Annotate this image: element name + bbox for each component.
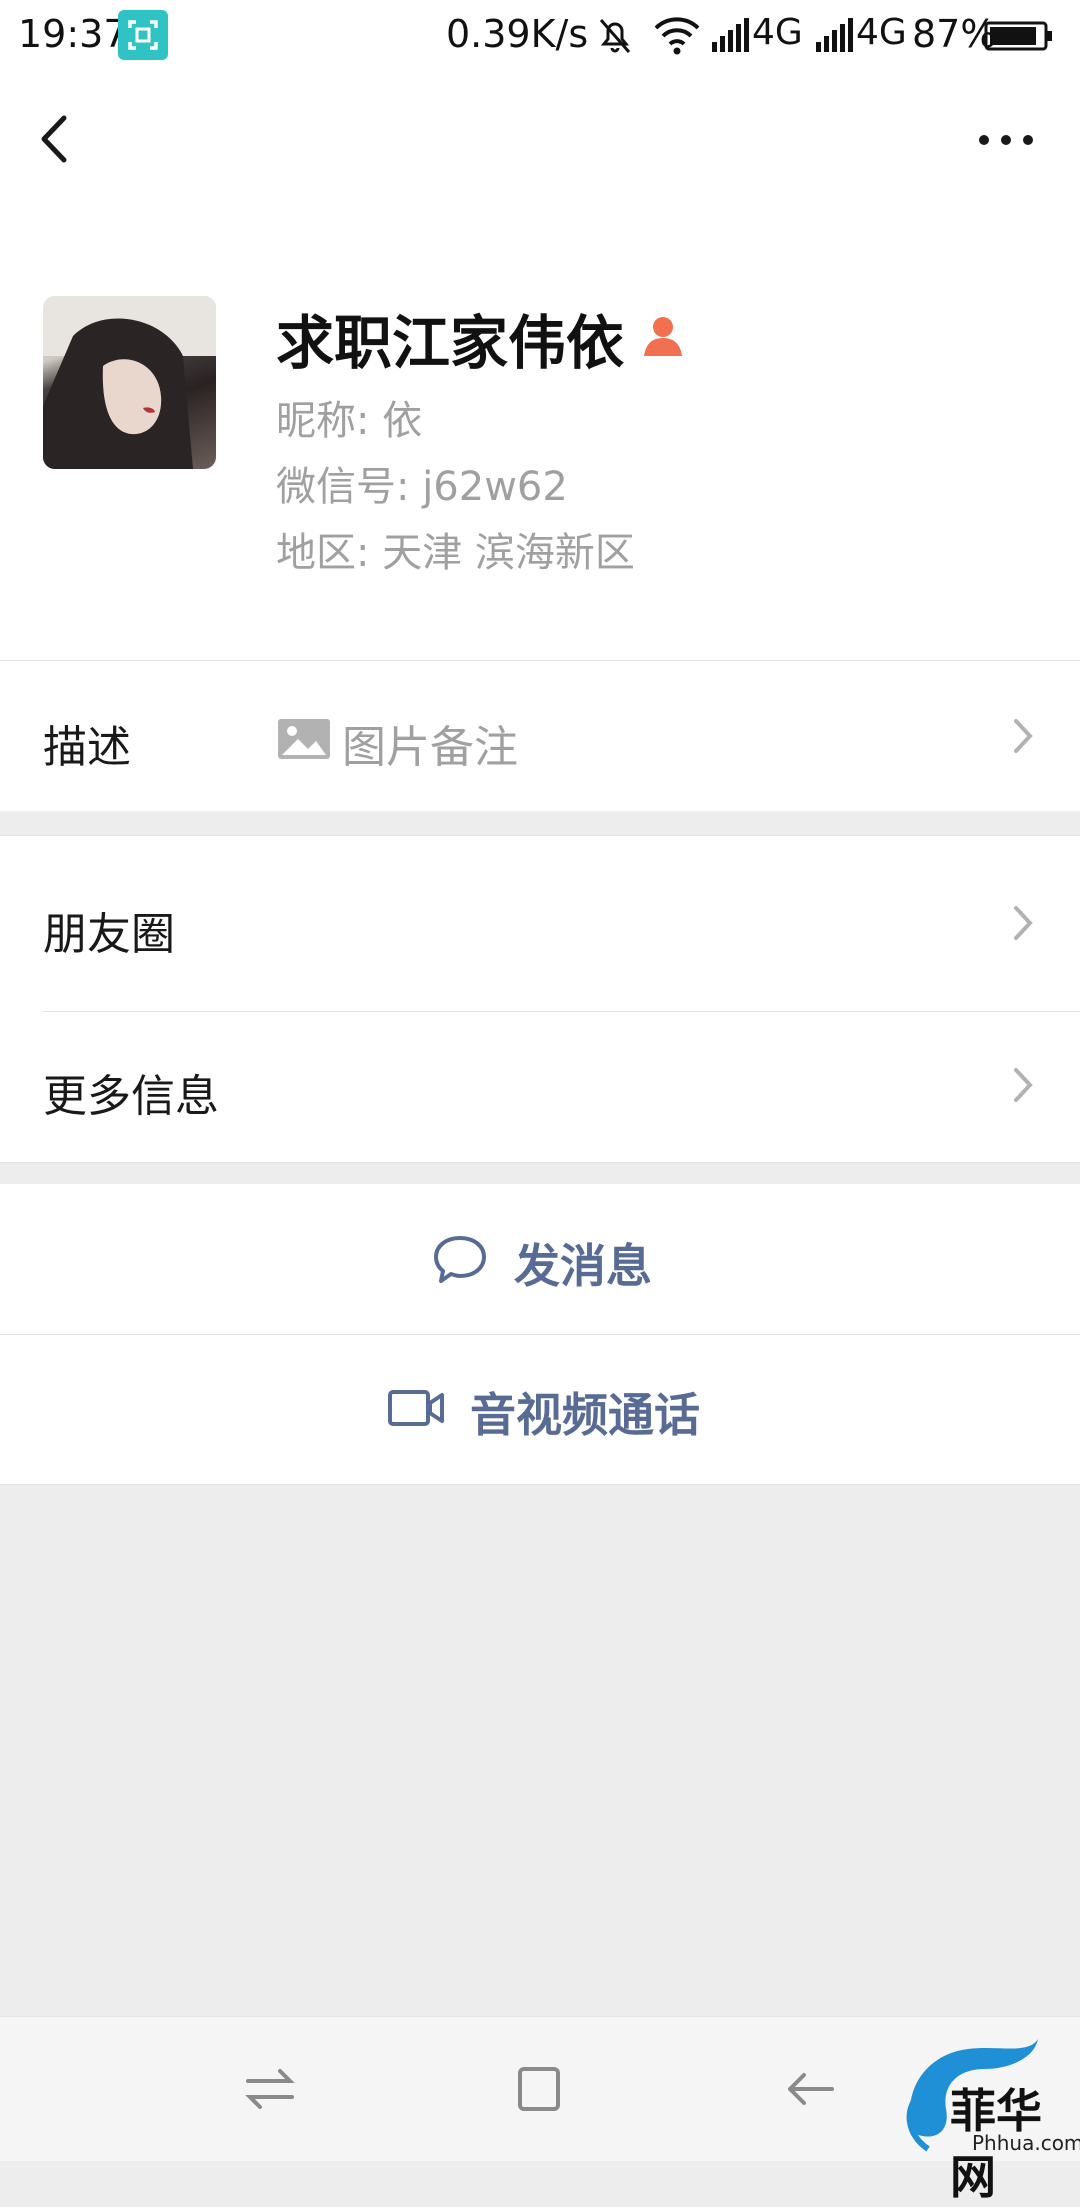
moments-info-group: 朋友圈 更多信息	[0, 835, 1080, 1163]
description-row[interactable]: 描述 图片备注	[0, 661, 1080, 811]
more-info-label: 更多信息	[43, 1071, 219, 1122]
network-type-2: 4G	[856, 12, 907, 53]
avatar[interactable]	[43, 296, 216, 469]
wechat-id: 微信号: j62w62	[276, 464, 568, 510]
send-message-button[interactable]: 发消息	[0, 1184, 1080, 1334]
home-button[interactable]	[512, 2059, 568, 2123]
display-name: 求职江家伟依	[276, 296, 624, 380]
chevron-left-icon	[41, 115, 67, 163]
description-value: 图片备注	[342, 722, 518, 773]
top-nav-bar	[0, 72, 1080, 204]
more-info-row[interactable]: 更多信息	[0, 1012, 1080, 1162]
display-name-text: 求职江家伟依	[276, 309, 625, 377]
video-camera-icon	[386, 1383, 448, 1437]
avatar-photo	[43, 296, 216, 469]
image-icon	[276, 717, 332, 765]
watermark-logo: 菲华网 Phhua.com	[888, 2025, 1080, 2204]
status-bar: 19:37 0.39K/s 4G 4G 87%	[0, 0, 1080, 72]
square-home-icon	[518, 2067, 560, 2111]
mute-bell-icon	[594, 14, 636, 60]
chat-bubble-icon	[432, 1234, 488, 1290]
moments-label: 朋友圈	[43, 909, 175, 960]
switch-apps-button[interactable]	[240, 2061, 300, 2121]
profile-header: 求职江家伟依 昵称: 依 微信号: j62w62 地区: 天津 滨海新区	[0, 204, 1080, 660]
more-options-button[interactable]	[966, 112, 1046, 168]
send-message-label: 发消息	[514, 1239, 652, 1293]
female-gender-icon	[640, 312, 686, 362]
screen-scan-icon	[118, 10, 168, 60]
video-call-button[interactable]: 音视频通话	[0, 1335, 1080, 1484]
chevron-right-icon	[1008, 900, 1038, 950]
description-label: 描述	[43, 722, 131, 773]
video-call-label: 音视频通话	[470, 1388, 700, 1442]
more-dots-icon	[979, 135, 1033, 145]
wifi-icon	[652, 14, 702, 60]
nickname: 昵称: 依	[276, 398, 423, 444]
back-button[interactable]	[30, 106, 90, 172]
arrow-left-icon	[788, 2073, 834, 2105]
region: 地区: 天津 滨海新区	[276, 530, 635, 576]
chevron-right-icon	[1008, 1062, 1038, 1112]
signal-bars-icon	[710, 18, 752, 58]
swap-arrows-icon	[245, 2069, 295, 2109]
actions-group: 发消息 音视频通话	[0, 1184, 1080, 1484]
system-nav-bar: 菲华网 Phhua.com	[0, 2016, 1080, 2204]
network-speed: 0.39K/s	[446, 12, 589, 56]
moments-row[interactable]: 朋友圈	[0, 836, 1080, 1011]
signal-bars-icon	[814, 18, 856, 58]
battery-icon	[984, 20, 1054, 56]
status-time: 19:37	[18, 12, 128, 56]
divider	[0, 1484, 1080, 1485]
back-nav-button[interactable]	[780, 2061, 840, 2121]
network-type-1: 4G	[752, 12, 803, 53]
chevron-right-icon	[1008, 713, 1038, 763]
watermark-sub: Phhua.com	[972, 2131, 1080, 2155]
